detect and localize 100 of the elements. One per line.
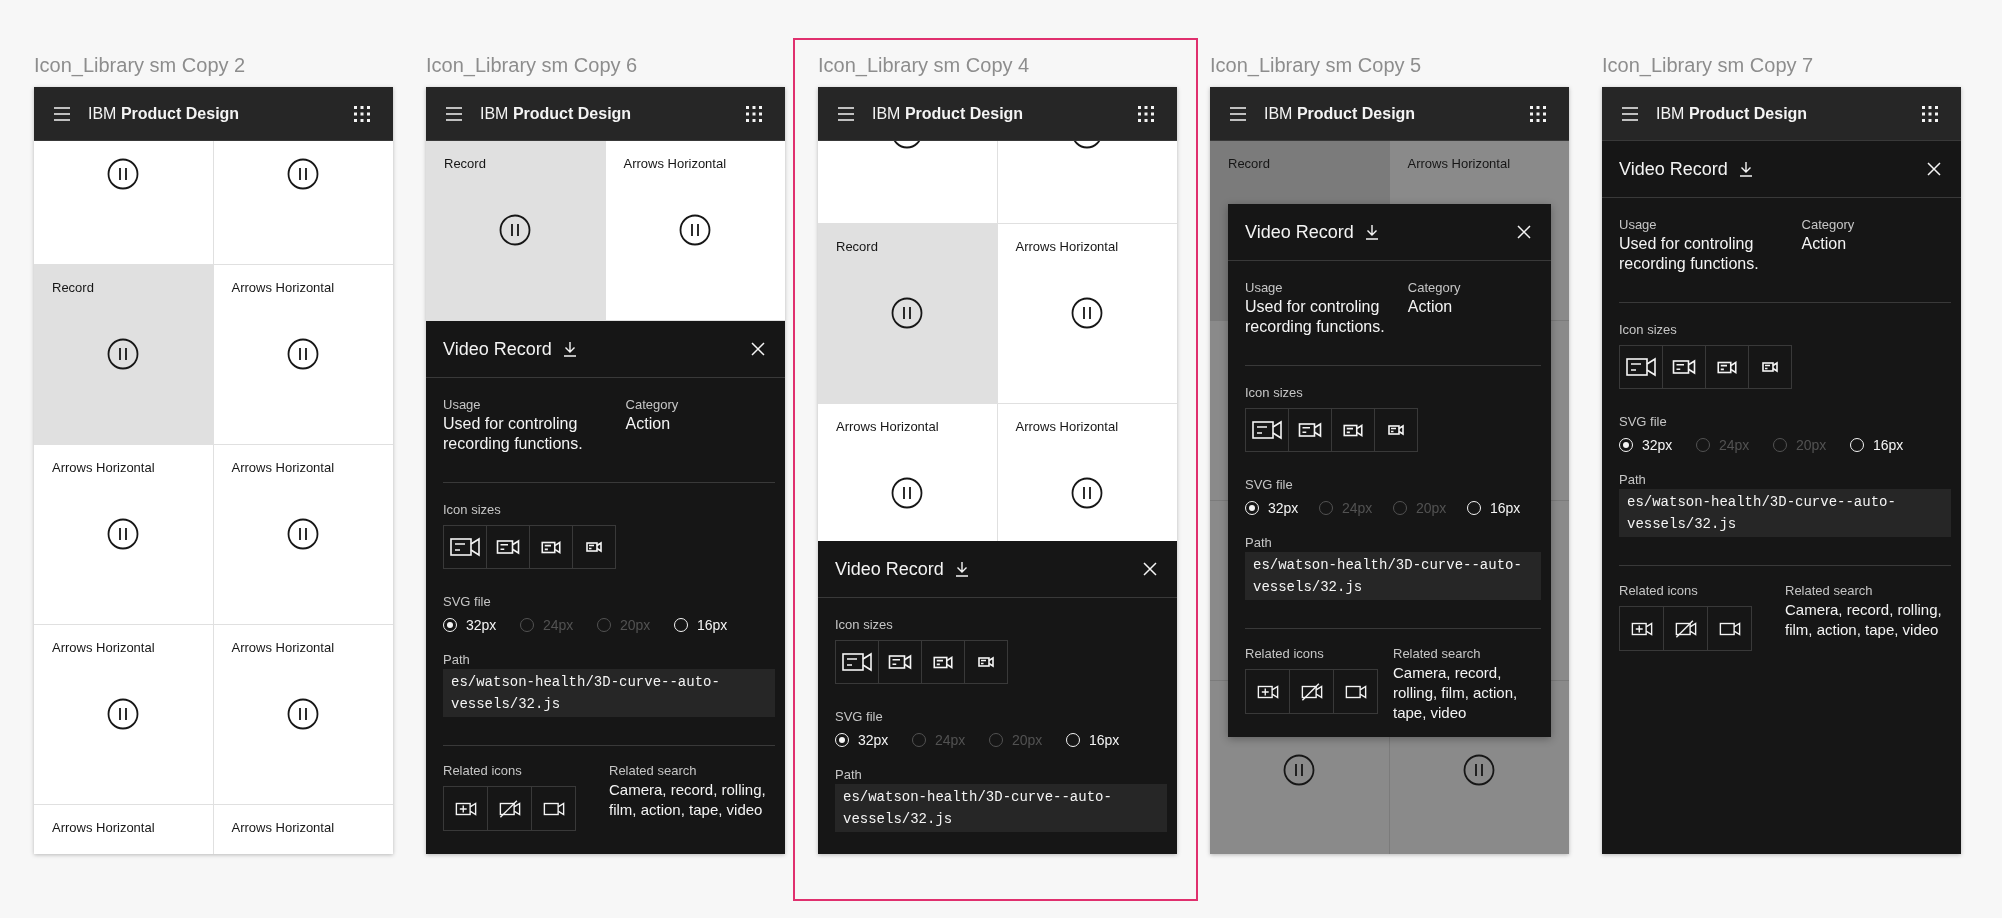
section-label: Path <box>443 651 471 669</box>
video-record-icon <box>933 654 953 670</box>
icon-tile[interactable] <box>818 141 998 224</box>
pause-icon <box>107 338 140 370</box>
panel-title: Video Record <box>443 338 552 360</box>
related-icon-option[interactable] <box>1333 669 1378 714</box>
pause-icon <box>1071 297 1104 329</box>
radio-option[interactable]: 16px <box>1066 732 1143 748</box>
icon-tile[interactable]: Arrows Horizontal <box>34 805 214 854</box>
size-option[interactable] <box>1748 345 1792 389</box>
icon-tile[interactable]: Arrows Horizontal <box>997 224 1177 404</box>
pause-icon <box>287 338 320 370</box>
section-label: Related icons <box>443 762 523 780</box>
icon-tile[interactable]: Record <box>426 141 606 321</box>
section-label: SVG file <box>1245 476 1294 494</box>
pause-icon <box>107 518 140 550</box>
icon-tile[interactable]: Arrows Horizontal <box>213 445 393 625</box>
field-value: Action <box>1801 234 1848 254</box>
close-icon[interactable] <box>1143 562 1157 576</box>
panel-title: Video Record <box>1619 158 1728 180</box>
size-option[interactable] <box>835 640 879 684</box>
related-icon-option[interactable] <box>1245 669 1290 714</box>
size-option[interactable] <box>443 525 487 569</box>
icon-tile[interactable] <box>213 141 393 265</box>
close-icon[interactable] <box>1927 162 1941 176</box>
radio-option[interactable]: 32px <box>443 617 520 633</box>
radio-option[interactable]: 16px <box>1467 500 1541 516</box>
app-switcher-icon[interactable] <box>1529 104 1547 123</box>
artboard-title: Icon_Library sm Copy 2 <box>34 53 247 77</box>
close-icon[interactable] <box>1517 225 1531 239</box>
size-option[interactable] <box>1288 408 1332 452</box>
app-switcher-icon[interactable] <box>745 104 763 123</box>
section-label: Related icons <box>1245 645 1325 663</box>
related-search-terms: Camera, record, rolling, film, action, tape, video <box>1393 663 1519 723</box>
pause-icon <box>287 698 320 730</box>
icon-tile[interactable]: Arrows Horizontal <box>213 805 393 854</box>
video-off-icon <box>1300 681 1323 702</box>
download-icon[interactable] <box>1363 224 1380 240</box>
size-option[interactable] <box>486 525 530 569</box>
related-icon-option[interactable] <box>1663 606 1708 651</box>
size-option[interactable] <box>1705 345 1749 389</box>
size-option[interactable] <box>1662 345 1706 389</box>
related-icon-option[interactable] <box>531 786 576 831</box>
radio-option[interactable]: 32px <box>1619 437 1696 453</box>
related-icon-option[interactable] <box>1289 669 1334 714</box>
size-option[interactable] <box>529 525 573 569</box>
icon-tile[interactable]: Record <box>818 224 998 404</box>
icon-tile[interactable]: Arrows Horizontal <box>34 445 214 625</box>
size-option[interactable] <box>964 640 1008 684</box>
app-switcher-icon[interactable] <box>1137 104 1155 123</box>
icon-tile[interactable] <box>34 141 214 265</box>
icon-tile[interactable]: Record <box>34 265 214 445</box>
field-label: Category <box>1407 279 1462 297</box>
close-icon[interactable] <box>751 342 765 356</box>
radio-option[interactable]: 16px <box>1850 437 1927 453</box>
pause-icon <box>107 158 140 190</box>
size-option[interactable] <box>1331 408 1375 452</box>
pause-icon <box>1463 754 1496 786</box>
download-icon[interactable] <box>561 341 578 357</box>
related-icon-option[interactable] <box>443 786 488 831</box>
app-switcher-icon[interactable] <box>1921 104 1939 123</box>
download-icon[interactable] <box>953 561 970 577</box>
icon-tile[interactable]: Arrows Horizontal <box>213 625 393 805</box>
size-option[interactable] <box>1374 408 1418 452</box>
size-option[interactable] <box>878 640 922 684</box>
size-option[interactable] <box>572 525 616 569</box>
video-record-icon <box>541 539 561 555</box>
related-icon-option[interactable] <box>1707 606 1752 651</box>
related-icon-option[interactable] <box>1619 606 1664 651</box>
radio-option[interactable]: 32px <box>835 732 912 748</box>
download-icon[interactable] <box>1737 161 1754 177</box>
video-record-icon <box>841 650 873 674</box>
field-value: Used for controling recording functions. <box>1619 234 1760 274</box>
icon-tile[interactable] <box>997 141 1177 224</box>
app-title: IBM Product Design <box>1264 104 1416 123</box>
app-switcher-icon[interactable] <box>353 104 371 123</box>
video-record-icon <box>1717 359 1737 375</box>
radio-option[interactable]: 32px <box>1245 500 1319 516</box>
video-record-icon <box>1625 355 1657 379</box>
artboard-title: Icon_Library sm Copy 5 <box>1210 53 1423 77</box>
app-title: IBM Product Design <box>1656 104 1808 123</box>
section-label: SVG file <box>1619 413 1668 431</box>
field-label: Category <box>625 396 680 414</box>
radio-option[interactable]: 16px <box>674 617 751 633</box>
field-label: Category <box>1801 216 1856 234</box>
icon-tile[interactable]: Arrows Horizontal <box>213 265 393 445</box>
size-option[interactable] <box>1619 345 1663 389</box>
size-option[interactable] <box>921 640 965 684</box>
field-value: Used for controling recording functions. <box>443 414 584 454</box>
video-record-icon <box>1343 422 1363 438</box>
file-path: es/watson-health/3D-curve--auto-vessels/32.js <box>1245 552 1541 600</box>
artboard-title: Icon_Library sm Copy 7 <box>1602 53 1815 77</box>
section-label: Path <box>835 766 863 784</box>
size-option[interactable] <box>1245 408 1289 452</box>
pause-icon <box>679 214 712 246</box>
pause-icon <box>287 158 320 190</box>
related-icon-option[interactable] <box>487 786 532 831</box>
section-label: SVG file <box>835 708 884 726</box>
icon-tile[interactable]: Arrows Horizontal <box>605 141 785 321</box>
icon-tile[interactable]: Arrows Horizontal <box>34 625 214 805</box>
